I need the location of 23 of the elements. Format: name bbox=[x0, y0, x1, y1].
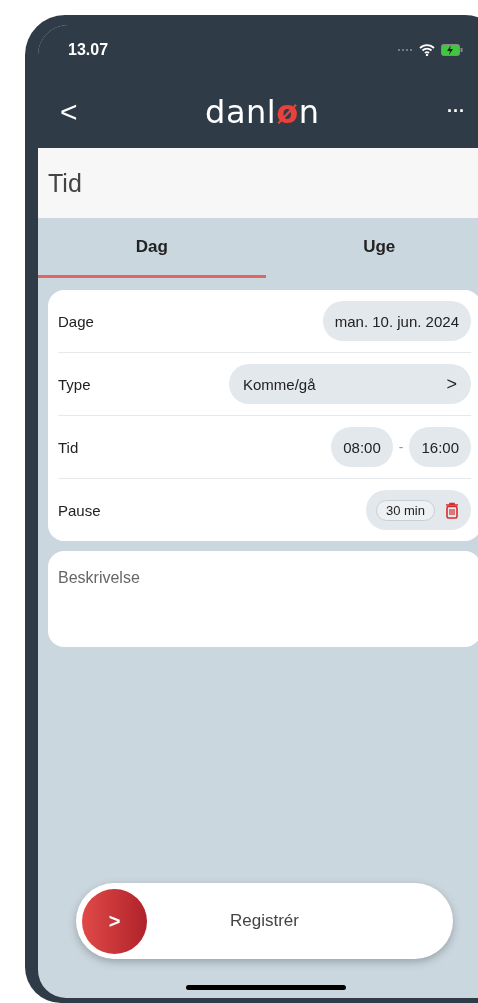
battery-charging-icon bbox=[441, 44, 463, 56]
pause-chip[interactable]: 30 min bbox=[375, 499, 435, 521]
logo: danløn bbox=[205, 92, 320, 131]
start-time-picker[interactable]: 08:00 bbox=[331, 427, 393, 467]
more-button[interactable]: ··· bbox=[447, 101, 465, 122]
page-title: Tid bbox=[48, 168, 82, 198]
signal-icon bbox=[397, 48, 413, 52]
date-picker[interactable]: man. 10. jun. 2024 bbox=[322, 301, 471, 341]
field-label: Type bbox=[58, 375, 91, 393]
end-time-picker[interactable]: 16:00 bbox=[409, 427, 471, 467]
description-field[interactable]: Beskrivelse bbox=[48, 551, 478, 647]
wifi-icon bbox=[419, 44, 435, 56]
field-label: Tid bbox=[58, 438, 79, 456]
status-time: 13.07 bbox=[68, 41, 109, 59]
type-select[interactable]: Komme/gå > bbox=[229, 364, 471, 404]
field-label: Dage bbox=[58, 312, 94, 330]
range-separator: - bbox=[398, 439, 404, 455]
tab[interactable]: Uge bbox=[265, 218, 478, 278]
field-label: Pause bbox=[58, 501, 101, 519]
delete-icon[interactable] bbox=[445, 501, 459, 519]
tab[interactable]: Dag bbox=[38, 218, 266, 278]
register-button[interactable]: > Registrér bbox=[76, 883, 453, 959]
back-button[interactable]: < bbox=[60, 94, 78, 129]
